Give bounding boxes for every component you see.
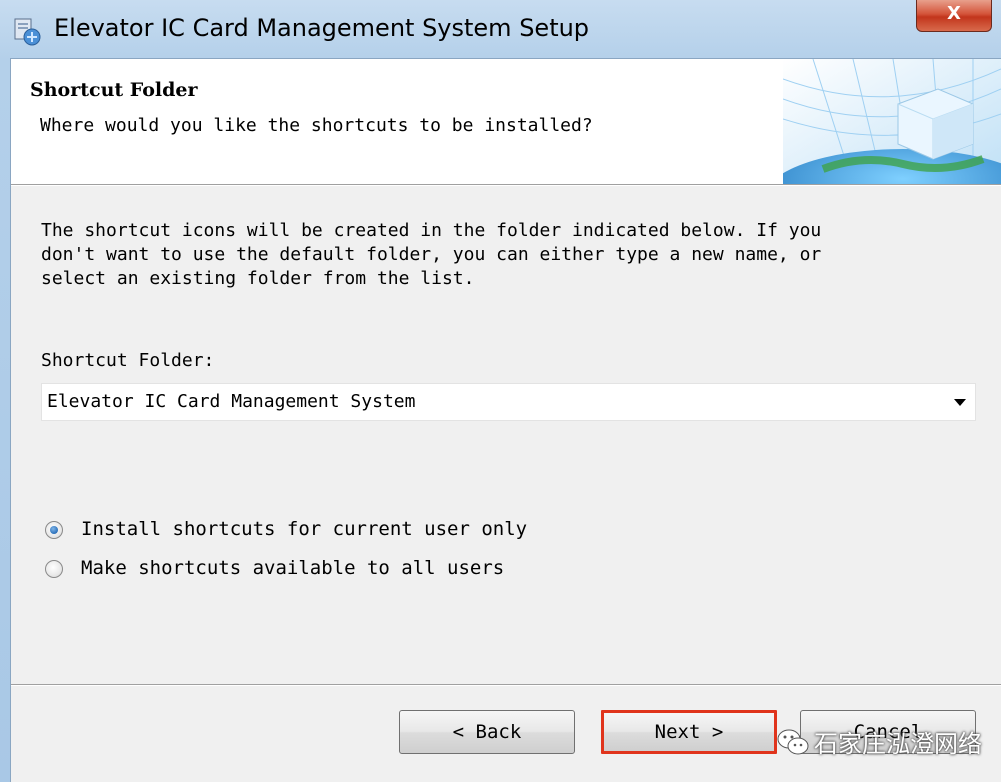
back-button[interactable]: < Back [399, 710, 575, 754]
installer-icon [14, 18, 41, 46]
wizard-header: Shortcut Folder Where would you like the… [11, 59, 1001, 185]
radio-all-users[interactable] [45, 560, 63, 578]
page-subtitle: Where would you like the shortcuts to be… [40, 115, 593, 136]
option-current-user-label[interactable]: Install shortcuts for current user only [81, 518, 527, 540]
title-bar[interactable]: Elevator IC Card Management System Setup… [0, 0, 1001, 58]
watermark: 石家庄泓澄网络 [776, 724, 982, 759]
window-title: Elevator IC Card Management System Setup [54, 14, 590, 42]
page-title: Shortcut Folder [30, 79, 198, 101]
shortcut-folder-value[interactable]: Elevator IC Card Management System [47, 391, 415, 412]
shortcut-folder-combobox[interactable]: Elevator IC Card Management System [41, 383, 976, 421]
instructions-text: The shortcut icons will be created in th… [41, 220, 822, 289]
watermark-text: 石家庄泓澄网络 [814, 730, 982, 758]
dropdown-arrow-icon[interactable] [945, 384, 975, 420]
shortcut-folder-label: Shortcut Folder: [41, 350, 215, 371]
option-all-users-label[interactable]: Make shortcuts available to all users [81, 557, 504, 579]
close-button[interactable]: X [916, 0, 992, 32]
header-globe-cube-image [783, 59, 1001, 184]
wechat-icon [777, 729, 809, 754]
setup-window: Elevator IC Card Management System Setup… [0, 0, 1001, 782]
radio-selected-dot [50, 526, 58, 534]
footer-divider [11, 684, 1001, 686]
close-icon: X [947, 3, 961, 24]
next-button[interactable]: Next > [601, 710, 777, 754]
radio-current-user[interactable] [45, 521, 63, 539]
dialog-client-area: Shortcut Folder Where would you like the… [10, 58, 1001, 782]
